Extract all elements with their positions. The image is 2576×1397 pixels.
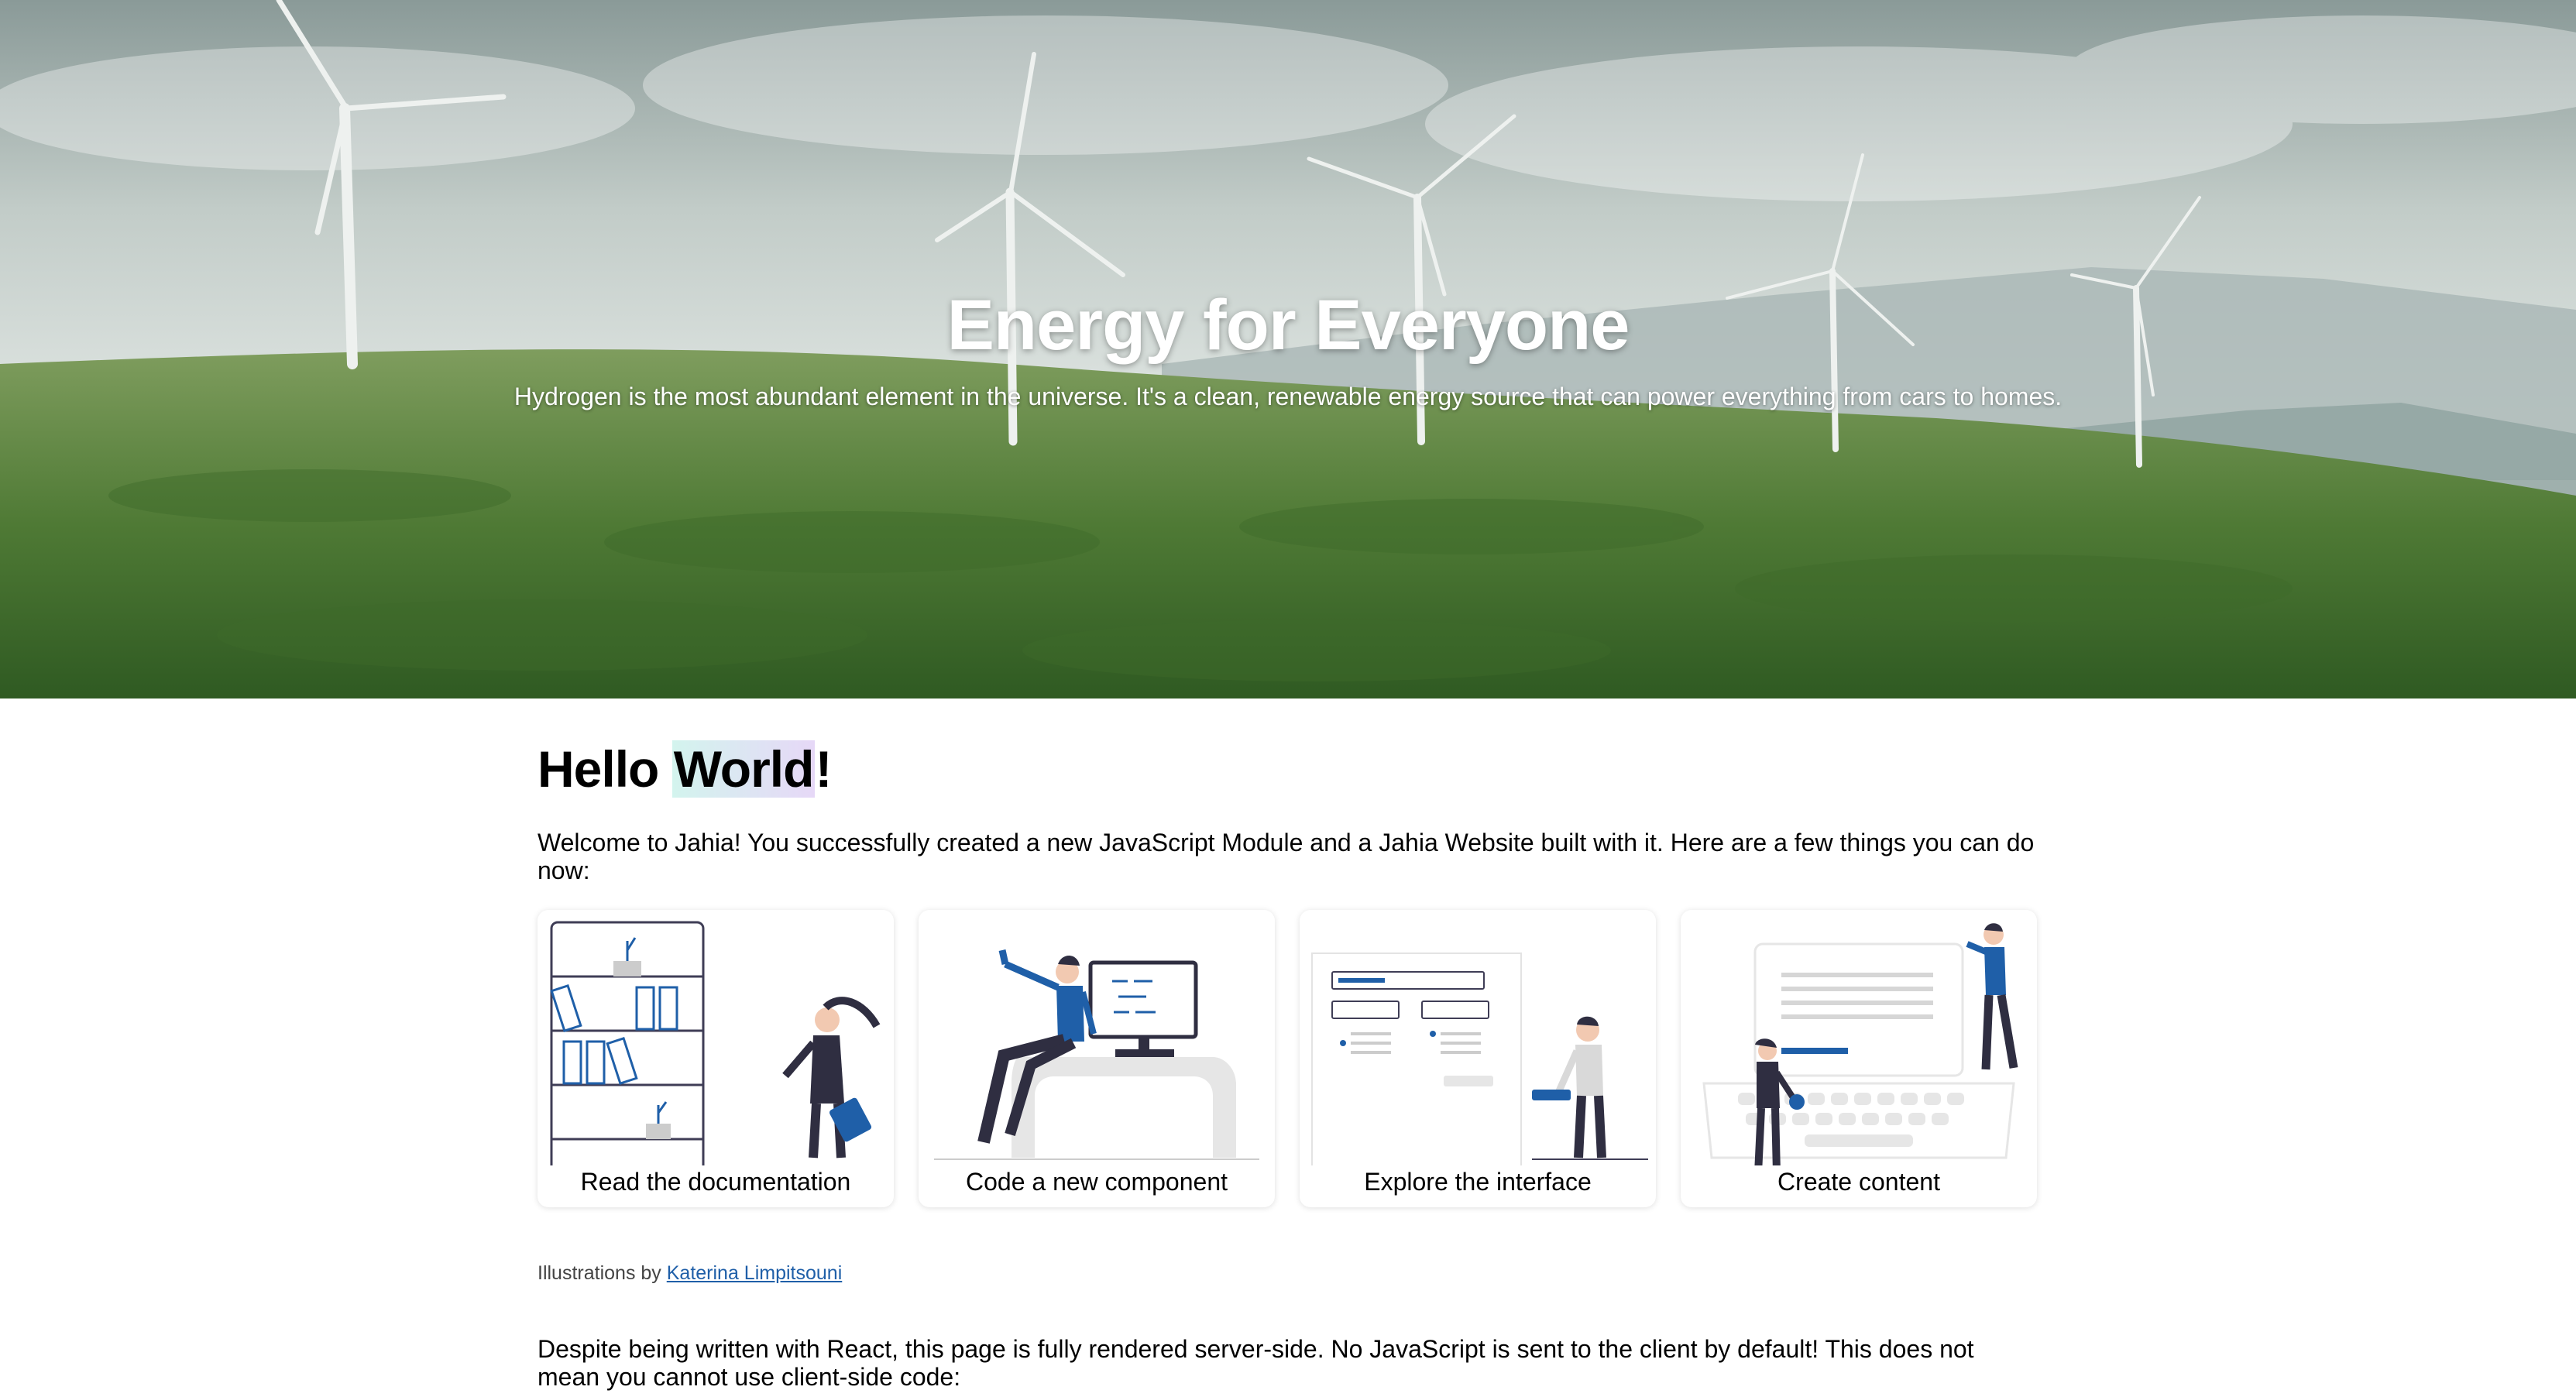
heading-exclamation: !: [815, 740, 832, 798]
intro-paragraph: Welcome to Jahia! You successfully creat…: [538, 829, 2035, 884]
credit-link[interactable]: Katerina Limpitsouni: [667, 1262, 843, 1284]
card-label: Create content: [1777, 1168, 1940, 1196]
documentation-illustration: [550, 921, 881, 1165]
card-label: Code a new component: [966, 1168, 1228, 1196]
hero-subtitle: Hydrogen is the most abundant element in…: [513, 383, 2063, 410]
card-code-component[interactable]: Code a new component: [919, 910, 1275, 1207]
illustration-credit: Illustrations by Katerina Limpitsouni: [538, 1262, 842, 1285]
content-illustration: [1702, 923, 2018, 1165]
credit-prefix: Illustrations by: [538, 1262, 661, 1284]
page-heading: Hello World!: [538, 740, 2040, 798]
card-read-documentation[interactable]: Read the documentation: [538, 910, 894, 1207]
card-label: Read the documentation: [580, 1168, 851, 1196]
main-content: Hello World! Welcome to Jahia! You succe…: [538, 740, 2040, 1391]
card-create-content[interactable]: Create content: [1681, 910, 2037, 1207]
interface-illustration: [1311, 952, 1648, 1165]
card-explore-interface[interactable]: Explore the interface: [1300, 910, 1656, 1207]
code-illustration: [934, 949, 1259, 1160]
heading-highlight: World: [671, 740, 816, 798]
action-cards: Read the documentation Code a new compon…: [538, 910, 2040, 1209]
server-side-paragraph: Despite being written with React, this p…: [538, 1335, 1974, 1391]
hero-title: Energy for Everyone: [946, 286, 1630, 365]
hero-banner: Energy for Everyone Hydrogen is the most…: [0, 0, 2576, 698]
card-label: Explore the interface: [1364, 1168, 1592, 1196]
heading-text: Hello: [538, 740, 672, 798]
